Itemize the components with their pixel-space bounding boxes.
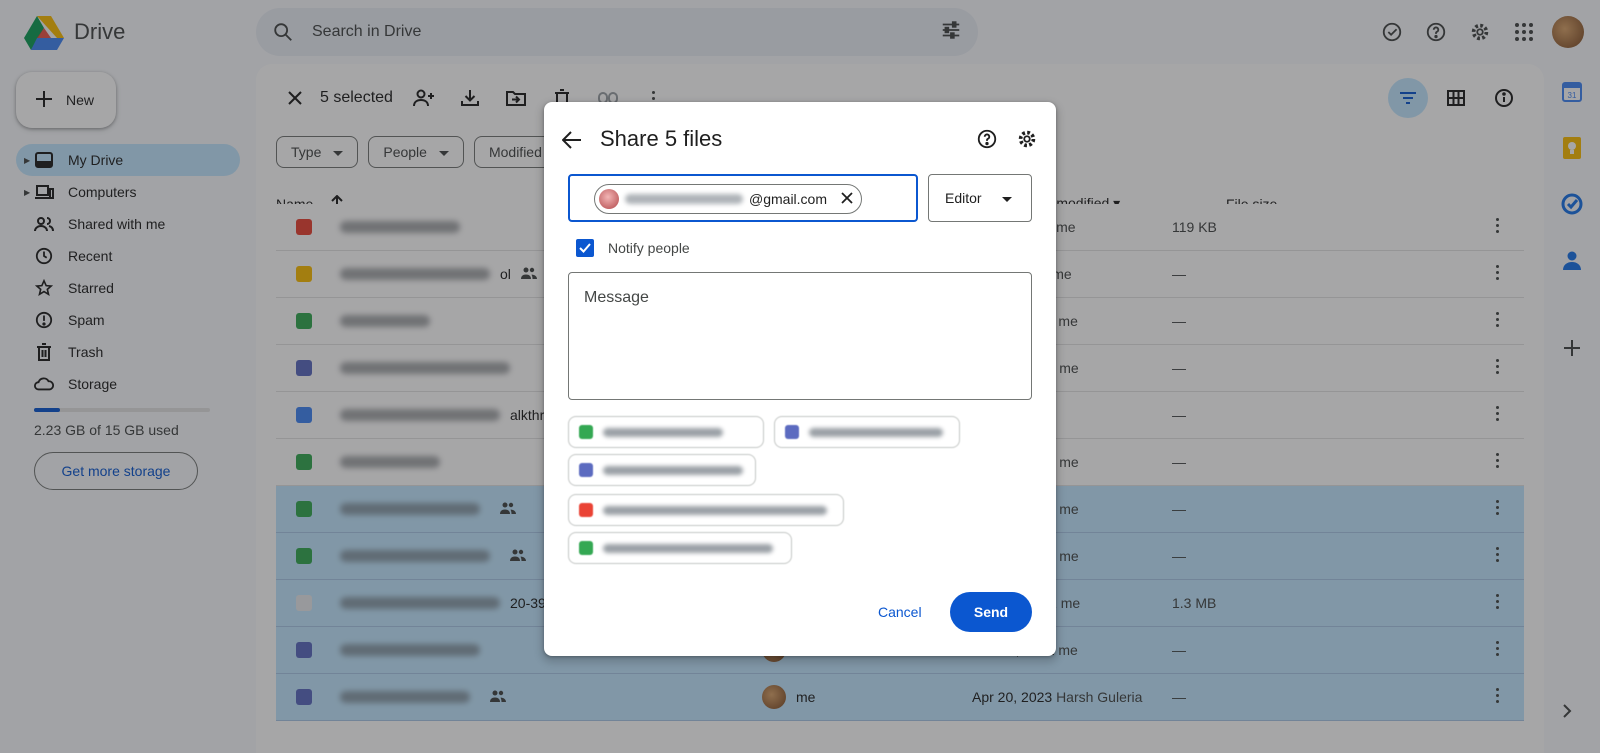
role-value: Editor — [945, 190, 982, 206]
file-type-icon — [579, 463, 593, 477]
notify-label: Notify people — [608, 240, 690, 256]
share-dialog: Share 5 files @gmail.com Editor Notify p… — [544, 102, 1056, 656]
file-type-icon — [579, 503, 593, 517]
redacted-file-name — [603, 465, 743, 475]
role-dropdown[interactable]: Editor — [928, 174, 1032, 222]
notify-people-row[interactable]: Notify people — [576, 239, 690, 257]
shared-file-chip — [568, 494, 844, 526]
file-type-icon — [579, 425, 593, 439]
shared-file-chip — [568, 532, 792, 564]
share-settings-icon[interactable] — [1016, 128, 1040, 152]
shared-file-chip — [774, 416, 960, 448]
recipient-email-domain: @gmail.com — [749, 191, 828, 207]
redacted-email-local-part — [625, 194, 743, 204]
redacted-file-name — [809, 427, 943, 437]
message-textarea[interactable]: Message — [568, 272, 1032, 400]
cancel-button[interactable]: Cancel — [864, 592, 936, 632]
redacted-file-name — [603, 505, 827, 515]
dropdown-arrow-icon — [1001, 190, 1012, 206]
shared-file-chip — [568, 416, 764, 448]
recipient-chip[interactable]: @gmail.com — [594, 184, 863, 214]
remove-recipient-icon[interactable] — [841, 191, 853, 207]
send-button[interactable]: Send — [950, 592, 1032, 632]
notify-checkbox[interactable] — [576, 239, 594, 257]
file-type-icon — [579, 541, 593, 555]
redacted-file-name — [603, 543, 773, 553]
shared-file-chip — [568, 454, 756, 486]
share-help-icon[interactable] — [976, 128, 1000, 152]
dialog-title: Share 5 files — [600, 126, 723, 151]
file-type-icon — [785, 425, 799, 439]
add-people-input[interactable]: @gmail.com — [568, 174, 918, 222]
redacted-file-name — [603, 427, 723, 437]
back-arrow-icon[interactable] — [558, 126, 586, 154]
recipient-avatar — [599, 189, 619, 209]
